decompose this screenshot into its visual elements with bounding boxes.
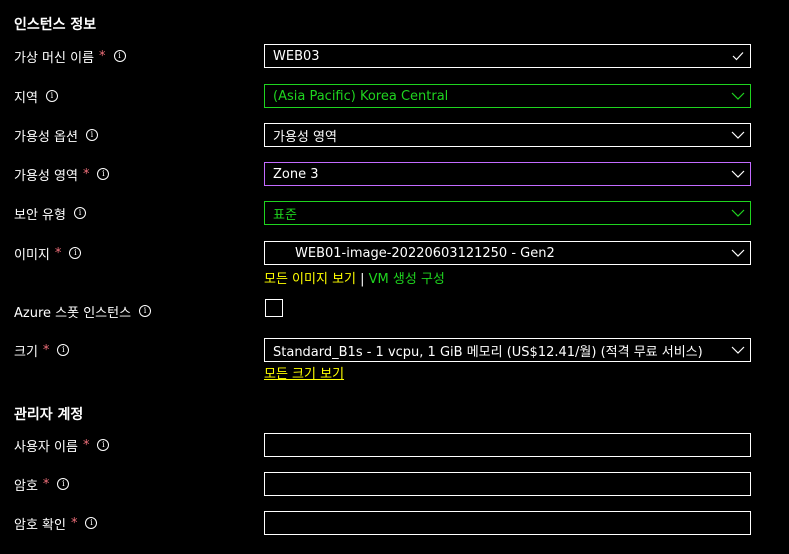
required-marker: * bbox=[82, 437, 90, 453]
size-label: 크기 * i bbox=[14, 338, 70, 362]
availability-zone-select[interactable]: Zone 3 bbox=[264, 162, 751, 186]
availability-option-select[interactable]: 가용성 영역 bbox=[264, 123, 751, 147]
section-title-instance-details: 인스턴스 정보 bbox=[14, 17, 97, 33]
security-type-label-text: 보안 유형 bbox=[14, 207, 66, 223]
username-label: 사용자 이름 * i bbox=[14, 433, 110, 457]
required-marker: * bbox=[99, 48, 106, 64]
azure-spot-checkbox[interactable] bbox=[265, 299, 283, 317]
info-icon[interactable]: i bbox=[97, 439, 110, 451]
info-icon[interactable]: i bbox=[97, 168, 110, 180]
image-value: WEB01-image-20220603121250 - Gen2 bbox=[295, 245, 555, 261]
azure-spot-label: Azure 스폿 인스턴스 i bbox=[14, 299, 152, 323]
info-icon[interactable]: i bbox=[85, 517, 98, 529]
confirm-password-input[interactable] bbox=[264, 511, 751, 535]
section-title-admin-account: 관리자 계정 bbox=[14, 407, 84, 423]
security-type-value: 표준 bbox=[273, 207, 297, 223]
azure-spot-label-text: Azure 스폿 인스턴스 bbox=[14, 305, 132, 321]
image-label: 이미지 * i bbox=[14, 241, 82, 265]
chevron-down-icon bbox=[726, 339, 750, 361]
chevron-down-icon bbox=[726, 242, 750, 264]
region-select[interactable]: (Asia Pacific) Korea Central bbox=[264, 84, 751, 108]
info-icon[interactable]: i bbox=[113, 50, 126, 62]
info-icon[interactable]: i bbox=[45, 90, 58, 102]
info-icon[interactable]: i bbox=[57, 344, 70, 356]
vm-name-label: 가상 머신 이름 * i bbox=[14, 44, 126, 68]
required-marker: * bbox=[70, 515, 78, 531]
security-type-label: 보안 유형 i bbox=[14, 201, 86, 225]
image-links: 모든 이미지 보기 | VM 생성 구성 bbox=[264, 268, 445, 287]
size-value: Standard_B1s - 1 vcpu, 1 GiB 메모리 (US$12.… bbox=[273, 344, 703, 360]
security-type-select[interactable]: 표준 bbox=[264, 201, 751, 225]
chevron-down-icon bbox=[726, 85, 750, 107]
username-input[interactable] bbox=[264, 433, 751, 457]
region-label: 지역 i bbox=[14, 84, 58, 108]
image-select[interactable]: WEB01-image-20220603121250 - Gen2 bbox=[264, 241, 751, 265]
vm-name-label-text: 가상 머신 이름 bbox=[14, 50, 95, 66]
availability-zone-label-text: 가용성 영역 bbox=[14, 168, 78, 184]
info-icon[interactable]: i bbox=[73, 207, 86, 219]
password-label-text: 암호 bbox=[14, 478, 38, 494]
image-label-text: 이미지 bbox=[14, 247, 50, 263]
checkmark-icon bbox=[726, 45, 750, 67]
availability-option-value: 가용성 영역 bbox=[273, 129, 337, 145]
see-all-sizes-link[interactable]: 모든 크기 보기 bbox=[264, 363, 344, 382]
password-label: 암호 * i bbox=[14, 472, 70, 496]
link-separator: | bbox=[356, 272, 369, 287]
required-marker: * bbox=[82, 166, 90, 182]
create-vm-image-link[interactable]: VM 생성 구성 bbox=[369, 272, 445, 287]
region-value: (Asia Pacific) Korea Central bbox=[273, 88, 449, 104]
username-label-text: 사용자 이름 bbox=[14, 439, 78, 455]
confirm-password-label-text: 암호 확인 bbox=[14, 517, 66, 533]
info-icon[interactable]: i bbox=[69, 247, 82, 259]
chevron-down-icon bbox=[726, 124, 750, 146]
chevron-down-icon bbox=[726, 202, 750, 224]
info-icon[interactable]: i bbox=[57, 478, 70, 490]
availability-option-label: 가용성 옵션 i bbox=[14, 123, 98, 147]
password-input[interactable] bbox=[264, 472, 751, 496]
size-select[interactable]: Standard_B1s - 1 vcpu, 1 GiB 메모리 (US$12.… bbox=[264, 338, 751, 362]
info-icon[interactable]: i bbox=[85, 129, 98, 141]
size-label-text: 크기 bbox=[14, 344, 38, 360]
required-marker: * bbox=[42, 342, 50, 358]
vm-name-input[interactable]: WEB03 bbox=[264, 44, 751, 68]
region-label-text: 지역 bbox=[14, 90, 38, 106]
availability-option-label-text: 가용성 옵션 bbox=[14, 129, 78, 145]
see-all-images-link[interactable]: 모든 이미지 보기 bbox=[264, 272, 356, 287]
confirm-password-label: 암호 확인 * i bbox=[14, 511, 98, 535]
chevron-down-icon bbox=[726, 163, 750, 185]
info-icon[interactable]: i bbox=[139, 305, 152, 317]
availability-zone-label: 가용성 영역 * i bbox=[14, 162, 110, 186]
vm-name-value: WEB03 bbox=[273, 48, 320, 64]
availability-zone-value: Zone 3 bbox=[273, 166, 319, 182]
required-marker: * bbox=[42, 476, 50, 492]
required-marker: * bbox=[54, 245, 62, 261]
